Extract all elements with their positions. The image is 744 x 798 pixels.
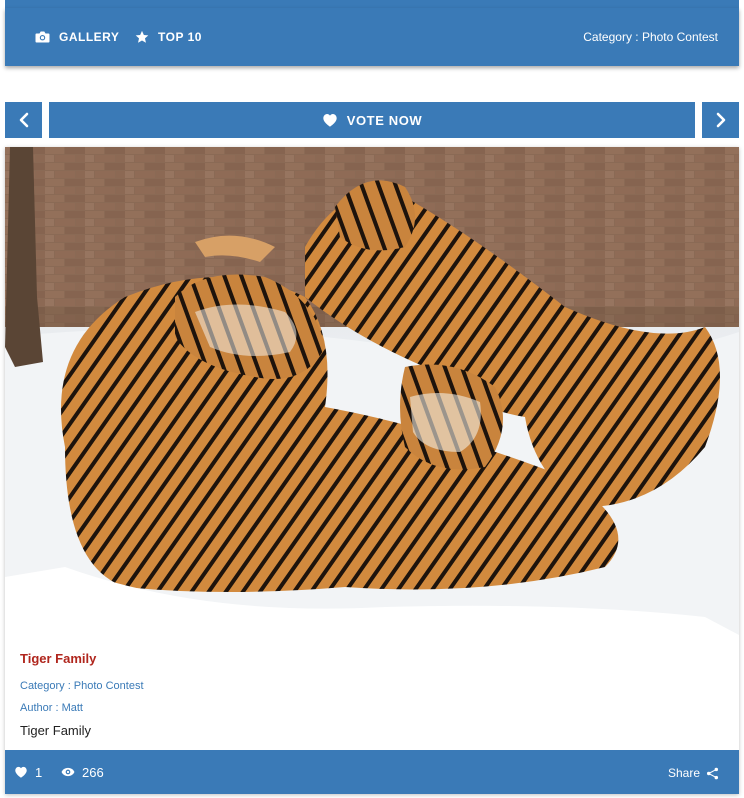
nav-gallery-link[interactable]: GALLERY <box>35 8 119 66</box>
views-count: 266 <box>82 764 104 780</box>
share-button[interactable]: Share <box>668 750 719 796</box>
heart-icon <box>323 114 337 127</box>
share-icon <box>706 767 719 779</box>
entry-description: Tiger Family <box>20 723 92 738</box>
star-icon <box>135 30 149 43</box>
next-button[interactable] <box>702 102 739 138</box>
photo-entry-card: Tiger Family Category : Photo Contest Au… <box>5 147 739 794</box>
nav-category-text: Category : Photo Contest <box>583 30 718 44</box>
nav-top10-label: TOP 10 <box>158 30 202 44</box>
views-stat: 266 <box>61 750 104 794</box>
camera-icon <box>35 31 50 43</box>
like-button[interactable]: 1 <box>14 750 42 794</box>
vote-now-label: VOTE NOW <box>346 112 423 128</box>
vote-now-button[interactable]: VOTE NOW <box>49 102 695 138</box>
tiger-photo-image <box>5 147 739 635</box>
nav-gallery-label: GALLERY <box>59 30 120 44</box>
entry-category[interactable]: Category : Photo Contest <box>20 680 144 692</box>
like-count: 1 <box>35 764 43 780</box>
previous-button[interactable] <box>5 102 42 138</box>
entry-author[interactable]: Author : Matt <box>20 702 83 714</box>
top-navbar: GALLERY TOP 10 Category : Photo Contest <box>5 8 739 66</box>
top-strip <box>5 0 739 8</box>
eye-icon <box>61 767 75 777</box>
entry-title[interactable]: Tiger Family <box>20 651 96 666</box>
heart-icon <box>15 766 27 778</box>
entry-photo[interactable] <box>5 147 739 635</box>
chevron-left-icon <box>19 112 28 128</box>
nav-top10-link[interactable]: TOP 10 <box>135 8 202 66</box>
chevron-right-icon <box>716 112 725 128</box>
entry-footer-bar: 1 266 Share <box>5 750 739 794</box>
share-label: Share <box>667 766 700 780</box>
